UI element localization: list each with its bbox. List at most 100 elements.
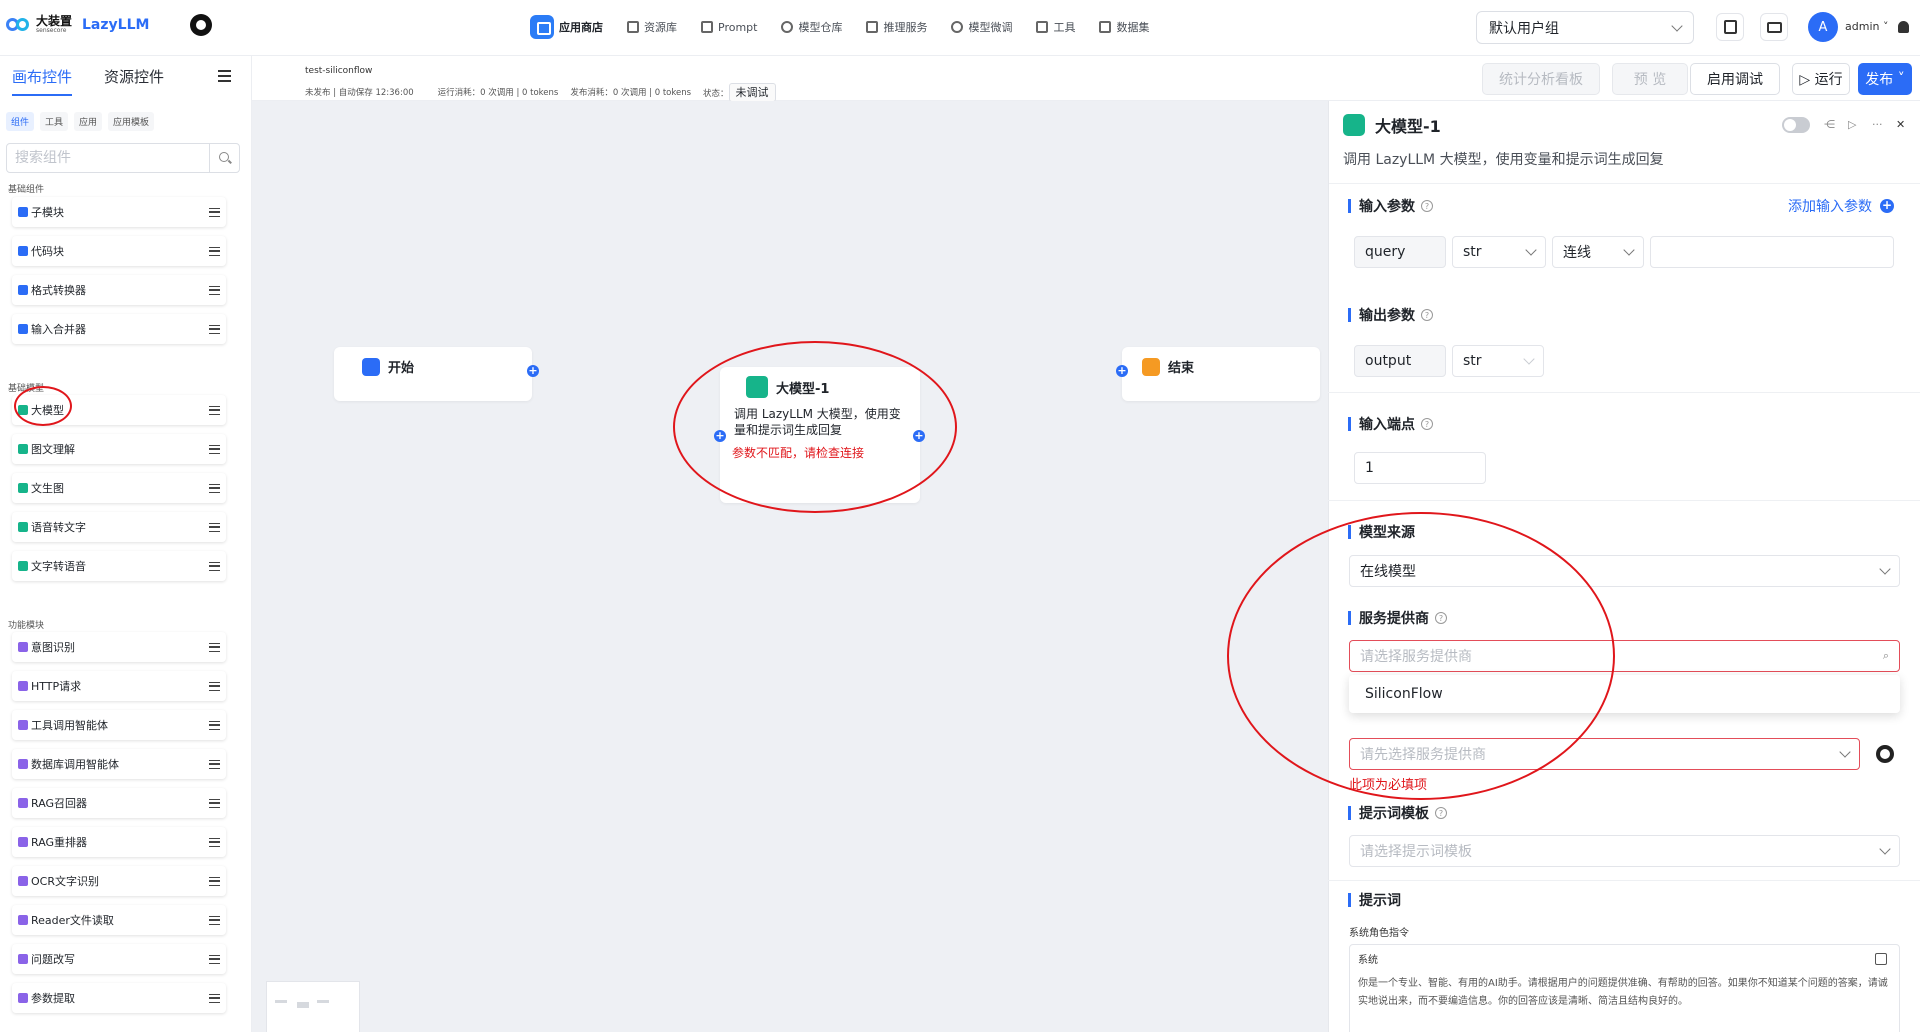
model-source-select[interactable]: 在线模型 [1349,555,1900,587]
component-intent[interactable]: 意图识别 [12,632,226,662]
input-port-field[interactable]: 1 [1354,452,1486,484]
component-rag-reranker[interactable]: RAG重排器 [12,827,226,857]
component-image-understanding[interactable]: 图文理解 [12,434,226,464]
help-icon[interactable]: ? [1421,418,1433,430]
run-button[interactable]: ▷ 运行 [1792,63,1850,95]
enable-debug-button[interactable]: 启用调试 [1690,63,1780,95]
share-icon[interactable]: ⋲ [1824,119,1835,130]
help-icon[interactable]: ? [1435,612,1447,624]
component-text-to-image[interactable]: 文生图 [12,473,226,503]
drag-handle-icon[interactable] [209,954,220,964]
nav-tools[interactable]: 工具 [1028,14,1083,40]
search-icon[interactable] [209,144,239,172]
stats-dashboard-button[interactable]: 统计分析看板 [1482,63,1600,95]
input-param-value-field[interactable] [1650,236,1894,268]
end-input-port[interactable]: + [1116,365,1128,377]
prompt-text[interactable]: 你是一个专业、智能、有用的AI助手。请根据用户的问题提供准确、有帮助的回答。如果… [1358,975,1889,1011]
nav-app-store[interactable]: 应用商店 [522,14,611,40]
github-icon[interactable] [190,14,212,36]
provider-dropdown-option[interactable]: SiliconFlow [1349,675,1900,713]
prompt-template-select[interactable]: 请选择提示词模板 [1349,835,1900,867]
end-node[interactable]: 结束 + [1116,347,1320,401]
component-llm[interactable]: 大模型 [12,395,226,425]
system-prompt-editor[interactable]: 系统 你是一个专业、智能、有用的AI助手。请根据用户的问题提供准确、有帮助的回答… [1349,944,1900,1032]
drag-handle-icon[interactable] [209,207,220,217]
input-param-source-select[interactable]: 连线 [1552,236,1644,268]
output-param-type-select[interactable]: str [1452,345,1544,377]
component-question-rewrite[interactable]: 问题改写 [12,944,226,974]
drag-handle-icon[interactable] [209,405,220,415]
model-name-select[interactable]: 请先选择服务提供商 [1349,738,1860,770]
drag-handle-icon[interactable] [209,324,220,334]
docs-icon[interactable] [1716,13,1744,41]
drag-handle-icon[interactable] [209,993,220,1003]
tab-resource-controls[interactable]: 资源控件 [104,66,164,96]
llm-node[interactable]: 大模型-1 调用 LazyLLM 大模型，使用变量和提示词生成回复 参数不匹配，… [714,367,925,503]
drag-handle-icon[interactable] [209,444,220,454]
nav-prompt[interactable]: Prompt [693,14,765,40]
drag-handle-icon[interactable] [209,681,220,691]
output-param-name[interactable]: output [1354,345,1446,377]
brand-logo[interactable]: 大装置 sensecore LazyLLM [6,15,149,34]
drag-handle-icon[interactable] [209,876,220,886]
nav-finetune[interactable]: 模型微调 [943,14,1020,40]
preview-button[interactable]: 预 览 [1612,63,1688,95]
publish-button[interactable]: 发布 ˅ [1858,63,1912,95]
drag-handle-icon[interactable] [209,561,220,571]
monitor-icon[interactable] [1760,13,1788,41]
component-db-agent[interactable]: 数据库调用智能体 [12,749,226,779]
nav-resources[interactable]: 资源库 [619,14,685,40]
node-enable-toggle[interactable] [1782,117,1810,133]
drag-handle-icon[interactable] [209,285,220,295]
canvas-minimap[interactable] [266,981,360,1032]
drag-handle-icon[interactable] [209,915,220,925]
chip-app-templates[interactable]: 应用模板 [108,112,155,131]
start-output-port[interactable]: + [527,365,539,377]
llm-input-port[interactable]: + [714,430,726,442]
play-icon[interactable]: ▷ [1848,119,1858,130]
copy-icon[interactable] [1875,953,1887,965]
component-param-extract[interactable]: 参数提取 [12,983,226,1013]
component-tool-agent[interactable]: 工具调用智能体 [12,710,226,740]
chip-components[interactable]: 组件 [6,112,35,131]
input-param-name[interactable]: query [1354,236,1446,268]
drag-handle-icon[interactable] [209,798,220,808]
help-icon[interactable]: ? [1435,807,1447,819]
component-submodule[interactable]: 子模块 [12,197,226,227]
tab-canvas-controls[interactable]: 画布控件 [12,66,73,96]
avatar[interactable]: A [1808,12,1838,42]
drag-handle-icon[interactable] [209,720,220,730]
component-text-to-speech[interactable]: 文字转语音 [12,551,226,581]
user-group-select[interactable]: 默认用户组 [1476,11,1694,44]
add-input-param-link[interactable]: 添加输入参数 + [1788,196,1894,216]
component-http[interactable]: HTTP请求 [12,671,226,701]
nav-model-repo[interactable]: 模型仓库 [773,14,850,40]
llm-output-port[interactable]: + [913,430,925,442]
nav-dataset[interactable]: 数据集 [1091,14,1157,40]
component-reader[interactable]: Reader文件读取 [12,905,226,935]
help-icon[interactable]: ? [1421,309,1433,321]
component-speech-to-text[interactable]: 语音转文字 [12,512,226,542]
drag-handle-icon[interactable] [209,759,220,769]
more-icon[interactable]: ··· [1872,119,1883,130]
input-param-type-select[interactable]: str [1452,236,1546,268]
drag-handle-icon[interactable] [209,522,220,532]
drag-handle-icon[interactable] [209,642,220,652]
drag-handle-icon[interactable] [209,837,220,847]
collapse-sidebar-icon[interactable] [218,70,231,82]
panel-title[interactable]: 大模型-1 [1375,113,1441,137]
component-formatter[interactable]: 格式转换器 [12,275,226,305]
bell-icon[interactable] [1898,21,1909,33]
start-node[interactable]: 开始 + [334,347,539,401]
drag-handle-icon[interactable] [209,483,220,493]
help-icon[interactable]: ? [1421,200,1433,212]
chip-apps[interactable]: 应用 [74,112,103,131]
component-code-block[interactable]: 代码块 [12,236,226,266]
close-icon[interactable]: ✕ [1896,119,1906,130]
component-input-merger[interactable]: 输入合并器 [12,314,226,344]
provider-search-input[interactable]: 请选择服务提供商 ⌕ [1349,640,1900,672]
drag-handle-icon[interactable] [209,246,220,256]
gear-icon[interactable] [1876,745,1894,763]
search-input[interactable] [7,144,209,172]
chip-tools[interactable]: 工具 [40,112,69,131]
